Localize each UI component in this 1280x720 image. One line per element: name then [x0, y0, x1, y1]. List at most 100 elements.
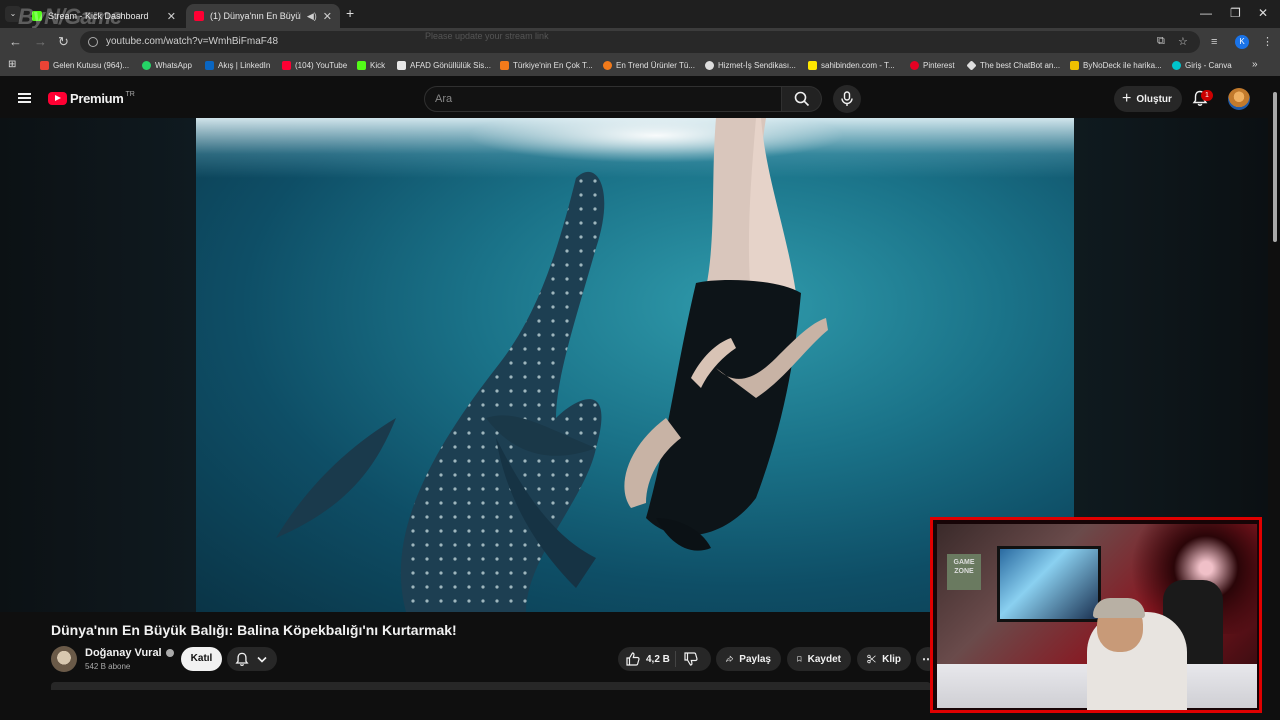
thumbs-up-icon [626, 652, 640, 666]
bookmark-star-icon[interactable]: ☆ [1178, 35, 1188, 48]
bookmark-kick[interactable]: Kick [357, 61, 385, 70]
webcam-monitor [997, 546, 1101, 622]
clip-label: Klip [882, 653, 901, 665]
menu-hamburger-icon[interactable] [18, 93, 31, 103]
back-button[interactable]: ← [9, 34, 22, 49]
search-box [424, 86, 782, 112]
chevron-down-icon [257, 656, 267, 663]
join-button[interactable]: Katıl [181, 647, 222, 671]
bookmark-label: En Trend Ürünler Tü... [616, 61, 695, 70]
thumbs-down-icon [683, 652, 698, 666]
maximize-button[interactable]: ❐ [1230, 6, 1241, 20]
bookmark-trend-products[interactable]: En Trend Ürünler Tü... [603, 61, 695, 70]
youtube-favicon-icon [194, 11, 204, 21]
page-scrollbar[interactable] [1270, 80, 1280, 690]
youtube-icon [282, 61, 291, 70]
save-button[interactable]: Kaydet [787, 647, 851, 671]
profile-avatar[interactable]: K [1235, 35, 1249, 49]
like-button[interactable]: 4,2 B [618, 651, 676, 667]
bookmark-sahibinden[interactable]: sahibinden.com - T... [808, 61, 895, 70]
search-button[interactable] [782, 86, 822, 112]
close-window-button[interactable]: ✕ [1258, 6, 1268, 20]
install-app-icon[interactable]: ⧉ [1157, 35, 1165, 48]
whatsapp-icon [142, 61, 151, 70]
bookmark-label: Türkiye'nin En Çok T... [513, 61, 593, 70]
subscription-bell-button[interactable] [227, 647, 277, 671]
bookmark-pinterest[interactable]: Pinterest [910, 61, 955, 70]
close-tab-icon[interactable]: ✕ [167, 10, 176, 23]
create-label: Oluştur [1136, 93, 1172, 105]
bynodeck-icon [1070, 61, 1079, 70]
reload-button[interactable]: ↻ [58, 34, 69, 50]
share-arrow-icon [726, 655, 734, 662]
tab-youtube-video[interactable]: (1) Dünya'nın En Büyük Balığı ◀) ✕ [186, 4, 340, 28]
apps-grid-icon[interactable]: ⊞ [8, 59, 16, 70]
browser-tab-strip: ⌄ Stream - Kick Dashboard ✕ (1) Dünya'nı… [0, 0, 1280, 29]
bookmark-label: Giriş - Canva [1185, 61, 1232, 70]
notification-count-badge: 1 [1201, 90, 1213, 101]
webcam-room-image: GAME ZONE [937, 524, 1259, 710]
speaker-icon[interactable]: ◀) [307, 11, 317, 22]
url-text: youtube.com/watch?v=WmhBiFmaF48 [106, 36, 279, 47]
minimize-button[interactable]: — [1200, 6, 1212, 20]
bookmark-label: WhatsApp [155, 61, 192, 70]
bookmark-afad[interactable]: AFAD Gönüllülük Sis... [397, 61, 491, 70]
bookmark-whatsapp[interactable]: WhatsApp [142, 61, 192, 70]
browser-menu-icon[interactable]: ⋮ [1262, 35, 1273, 48]
dislike-button[interactable] [676, 652, 711, 666]
bookmark-chatbot[interactable]: The best ChatBot an... [966, 60, 1060, 71]
scrollbar-thumb[interactable] [1273, 92, 1277, 242]
bookmark-trendyol[interactable]: Türkiye'nin En Çok T... [500, 61, 593, 70]
subscriber-count: 542 B abone [85, 662, 131, 671]
logo-word: Premium [70, 91, 124, 106]
media-control-icon[interactable]: ≡ [1211, 36, 1217, 48]
shop-icon [603, 61, 612, 70]
channel-name-link[interactable]: Doğanay Vural [85, 647, 174, 659]
bookmark-label: Kick [370, 61, 386, 70]
bookmark-youtube[interactable]: (104) YouTube [282, 61, 347, 70]
share-button[interactable]: Paylaş [716, 647, 781, 671]
game-zone-poster: GAME ZONE [947, 554, 981, 590]
bookmark-label: Pinterest [923, 61, 955, 70]
verified-badge-icon [165, 649, 174, 657]
forward-button[interactable]: → [34, 34, 47, 49]
save-label: Kaydet [807, 653, 841, 665]
close-tab-icon[interactable]: ✕ [323, 10, 332, 23]
more-bookmarks-icon[interactable]: » [1252, 59, 1258, 70]
streamer-cap [1093, 598, 1145, 618]
bookmark-label: Gelen Kutusu (964)... [53, 61, 130, 70]
address-toolbar: ← → ↻ youtube.com/watch?v=WmhBiFmaF48 Pl… [0, 28, 1280, 56]
bookmark-label: (104) YouTube [295, 61, 348, 70]
account-avatar[interactable] [1228, 88, 1250, 110]
ambient-left [0, 118, 196, 612]
omnibox[interactable]: youtube.com/watch?v=WmhBiFmaF48 Please u… [80, 31, 1200, 53]
gmail-icon [40, 61, 49, 70]
site-info-icon[interactable] [88, 37, 98, 47]
channel-avatar[interactable] [51, 646, 77, 672]
streamer-webcam-overlay: GAME ZONE [930, 517, 1262, 713]
trendyol-icon [500, 61, 509, 70]
new-tab-button[interactable]: + [346, 5, 354, 21]
description-box[interactable] [51, 682, 931, 690]
clip-button[interactable]: Klip [857, 647, 911, 671]
bookmark-bynodeck[interactable]: ByNoDeck ile harika... [1070, 61, 1162, 70]
search-input[interactable] [435, 93, 755, 105]
globe-icon [705, 61, 714, 70]
voice-search-button[interactable] [833, 85, 861, 113]
tab-title: (1) Dünya'nın En Büyük Balığı [210, 11, 301, 21]
bookmark-canva[interactable]: Giriş - Canva [1172, 61, 1232, 70]
stream-overlay-text: Please update your stream link [425, 31, 549, 41]
channel-name: Doğanay Vural [85, 647, 162, 659]
bell-icon [235, 652, 249, 666]
canva-icon [1172, 61, 1181, 70]
bookmark-label: ByNoDeck ile harika... [1083, 61, 1162, 70]
create-button[interactable]: + Oluştur [1114, 86, 1182, 112]
sahibinden-icon [808, 61, 817, 70]
bookmark-gmail[interactable]: Gelen Kutusu (964)... [40, 61, 129, 70]
bookmark-linkedin[interactable]: Akış | LinkedIn [205, 61, 270, 70]
youtube-premium-logo[interactable]: Premium TR [48, 91, 135, 106]
search-icon [794, 91, 810, 107]
microphone-icon [841, 91, 853, 106]
youtube-play-icon [48, 92, 67, 105]
bookmark-hizmet-is[interactable]: Hizmet-İş Sendikası... [705, 61, 796, 70]
